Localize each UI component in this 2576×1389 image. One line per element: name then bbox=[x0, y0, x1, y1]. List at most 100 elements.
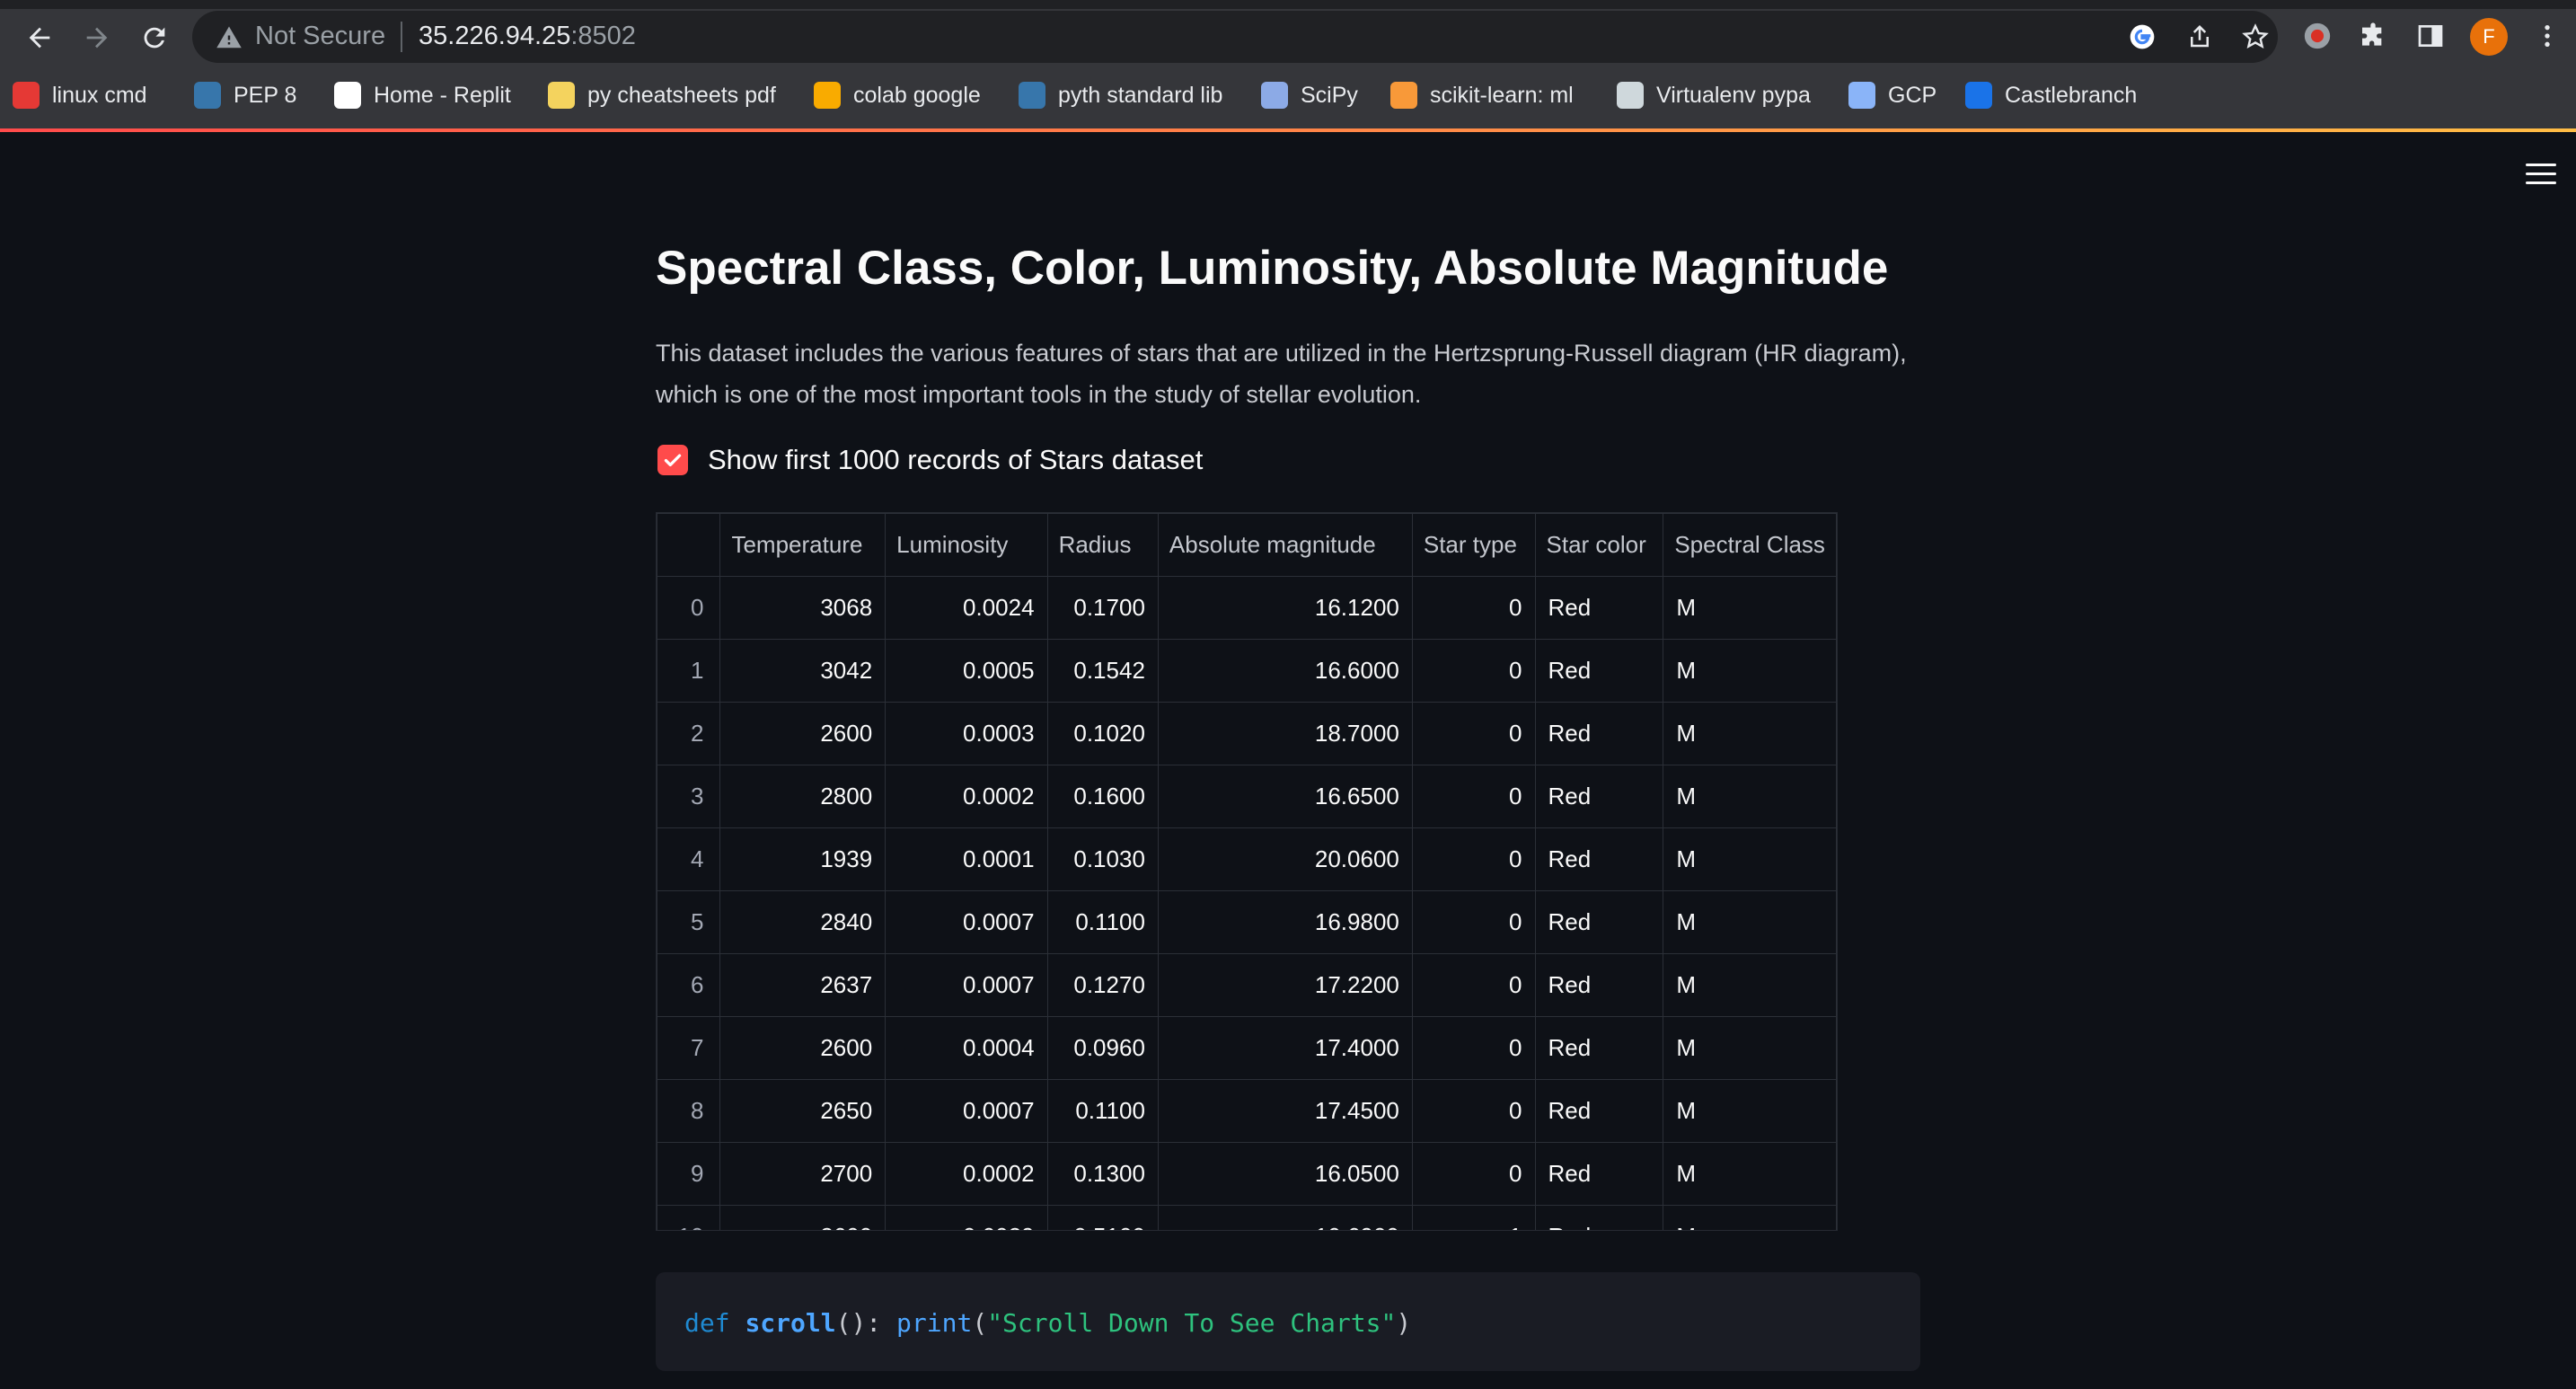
table-cell[interactable]: M bbox=[1663, 1205, 1837, 1230]
table-cell[interactable]: 0.1020 bbox=[1046, 702, 1159, 765]
table-cell[interactable]: 2800 bbox=[719, 765, 887, 828]
table-cell[interactable]: 0 bbox=[1411, 765, 1536, 828]
show-records-checkbox[interactable] bbox=[657, 445, 688, 475]
table-cell[interactable]: 0 bbox=[1411, 1142, 1536, 1206]
table-cell[interactable]: 0 bbox=[1411, 890, 1536, 954]
table-cell[interactable]: 0.0002 bbox=[885, 1142, 1048, 1206]
back-button[interactable] bbox=[16, 16, 63, 59]
row-index[interactable]: 8 bbox=[657, 1079, 721, 1143]
table-cell[interactable]: 2700 bbox=[719, 1142, 887, 1206]
table-cell[interactable]: M bbox=[1663, 1079, 1837, 1143]
table-cell[interactable]: Red bbox=[1534, 765, 1664, 828]
kebab-menu-icon[interactable] bbox=[2529, 18, 2565, 54]
table-cell[interactable]: Red bbox=[1534, 702, 1664, 765]
reload-button[interactable] bbox=[131, 16, 178, 59]
table-cell[interactable]: M bbox=[1663, 890, 1837, 954]
row-index[interactable]: 1 bbox=[657, 639, 721, 703]
row-index[interactable]: 0 bbox=[657, 576, 721, 640]
table-cell[interactable]: 0.1300 bbox=[1046, 1142, 1159, 1206]
row-index[interactable]: 3 bbox=[657, 765, 721, 828]
share-icon[interactable] bbox=[2184, 22, 2215, 52]
table-cell[interactable]: 0.0024 bbox=[885, 576, 1048, 640]
table-cell[interactable]: 17.4000 bbox=[1157, 1016, 1413, 1080]
column-header[interactable]: Star color bbox=[1534, 513, 1664, 577]
forward-button[interactable] bbox=[74, 16, 120, 59]
table-cell[interactable]: M bbox=[1663, 702, 1837, 765]
row-index[interactable]: 10 bbox=[657, 1205, 721, 1230]
table-cell[interactable]: 0 bbox=[1411, 953, 1536, 1017]
table-cell[interactable]: Red bbox=[1534, 576, 1664, 640]
star-icon[interactable] bbox=[2240, 22, 2271, 52]
table-cell[interactable]: 16.0500 bbox=[1157, 1142, 1413, 1206]
table-cell[interactable]: 0 bbox=[1411, 1079, 1536, 1143]
table-cell[interactable]: M bbox=[1663, 1016, 1837, 1080]
table-cell[interactable]: 0.0003 bbox=[885, 702, 1048, 765]
bookmark-item[interactable]: scikit-learn: ml bbox=[1390, 74, 1574, 117]
bookmark-item[interactable]: SciPy bbox=[1261, 74, 1358, 117]
table-cell[interactable]: Red bbox=[1534, 1142, 1664, 1206]
table-cell[interactable]: Red bbox=[1534, 1016, 1664, 1080]
table-cell[interactable]: Red bbox=[1534, 890, 1664, 954]
table-cell[interactable]: 0 bbox=[1411, 827, 1536, 891]
table-cell[interactable]: 0 bbox=[1411, 639, 1536, 703]
table-cell[interactable]: Red bbox=[1534, 953, 1664, 1017]
table-cell[interactable]: 1 bbox=[1411, 1205, 1536, 1230]
bookmark-item[interactable]: Home - Replit bbox=[334, 74, 511, 117]
bookmark-item[interactable]: GCP bbox=[1848, 74, 1936, 117]
table-cell[interactable]: 0.0007 bbox=[885, 1079, 1048, 1143]
google-lens-icon[interactable] bbox=[2127, 22, 2157, 52]
table-cell[interactable]: 0.0007 bbox=[885, 890, 1048, 954]
table-cell[interactable]: 20.0600 bbox=[1157, 827, 1413, 891]
security-label[interactable]: Not Secure bbox=[255, 22, 385, 51]
bookmark-item[interactable]: linux cmd bbox=[13, 74, 147, 117]
table-cell[interactable]: Red bbox=[1534, 1205, 1664, 1230]
table-cell[interactable]: 2650 bbox=[719, 1079, 887, 1143]
row-index[interactable]: 6 bbox=[657, 953, 721, 1017]
table-cell[interactable]: 3042 bbox=[719, 639, 887, 703]
side-panel-icon[interactable] bbox=[2413, 18, 2448, 54]
address-bar[interactable]: Not Secure 35.226.94.25:8502 bbox=[192, 11, 2278, 63]
table-cell[interactable]: 0.1100 bbox=[1046, 890, 1159, 954]
table-cell[interactable]: 0 bbox=[1411, 1016, 1536, 1080]
table-cell[interactable]: 0.0004 bbox=[885, 1016, 1048, 1080]
table-cell[interactable]: 2600 bbox=[719, 702, 887, 765]
extension-red-icon[interactable] bbox=[2299, 18, 2335, 54]
table-cell[interactable]: 10.6900 bbox=[1157, 1205, 1413, 1230]
table-cell[interactable]: 2600 bbox=[719, 1016, 887, 1080]
table-cell[interactable]: 0.0029 bbox=[885, 1205, 1048, 1230]
index-header[interactable] bbox=[657, 513, 721, 577]
column-header[interactable]: Star type bbox=[1411, 513, 1536, 577]
column-header[interactable]: Spectral Class bbox=[1663, 513, 1837, 577]
url-text[interactable]: 35.226.94.25:8502 bbox=[419, 22, 636, 51]
row-index[interactable]: 9 bbox=[657, 1142, 721, 1206]
bookmark-item[interactable]: Castlebranch bbox=[1965, 74, 2137, 117]
table-cell[interactable]: 16.6000 bbox=[1157, 639, 1413, 703]
table-cell[interactable]: 1939 bbox=[719, 827, 887, 891]
table-cell[interactable]: 0.0960 bbox=[1046, 1016, 1159, 1080]
row-index[interactable]: 4 bbox=[657, 827, 721, 891]
puzzle-icon[interactable] bbox=[2355, 18, 2391, 54]
table-cell[interactable]: M bbox=[1663, 1142, 1837, 1206]
table-cell[interactable]: 16.9800 bbox=[1157, 890, 1413, 954]
bookmark-item[interactable]: PEP 8 bbox=[194, 74, 296, 117]
table-cell[interactable]: M bbox=[1663, 639, 1837, 703]
bookmark-item[interactable]: py cheatsheets pdf bbox=[548, 74, 776, 117]
table-cell[interactable]: 0.1600 bbox=[1046, 765, 1159, 828]
bookmark-item[interactable]: pyth standard lib bbox=[1019, 74, 1222, 117]
table-cell[interactable]: 17.4500 bbox=[1157, 1079, 1413, 1143]
column-header[interactable]: Radius bbox=[1046, 513, 1159, 577]
table-cell[interactable]: 0.1542 bbox=[1046, 639, 1159, 703]
row-index[interactable]: 2 bbox=[657, 702, 721, 765]
column-header[interactable]: Absolute magnitude bbox=[1157, 513, 1413, 577]
table-cell[interactable]: 0.1270 bbox=[1046, 953, 1159, 1017]
column-header[interactable]: Luminosity bbox=[885, 513, 1048, 577]
table-cell[interactable]: 0.1100 bbox=[1046, 1079, 1159, 1143]
table-cell[interactable]: Red bbox=[1534, 827, 1664, 891]
table-cell[interactable]: 0 bbox=[1411, 702, 1536, 765]
profile-avatar[interactable]: F bbox=[2470, 18, 2508, 56]
table-cell[interactable]: 0.0002 bbox=[885, 765, 1048, 828]
table-cell[interactable]: 2840 bbox=[719, 890, 887, 954]
table-cell[interactable]: 0.0005 bbox=[885, 639, 1048, 703]
table-cell[interactable]: M bbox=[1663, 827, 1837, 891]
table-cell[interactable]: 3068 bbox=[719, 576, 887, 640]
